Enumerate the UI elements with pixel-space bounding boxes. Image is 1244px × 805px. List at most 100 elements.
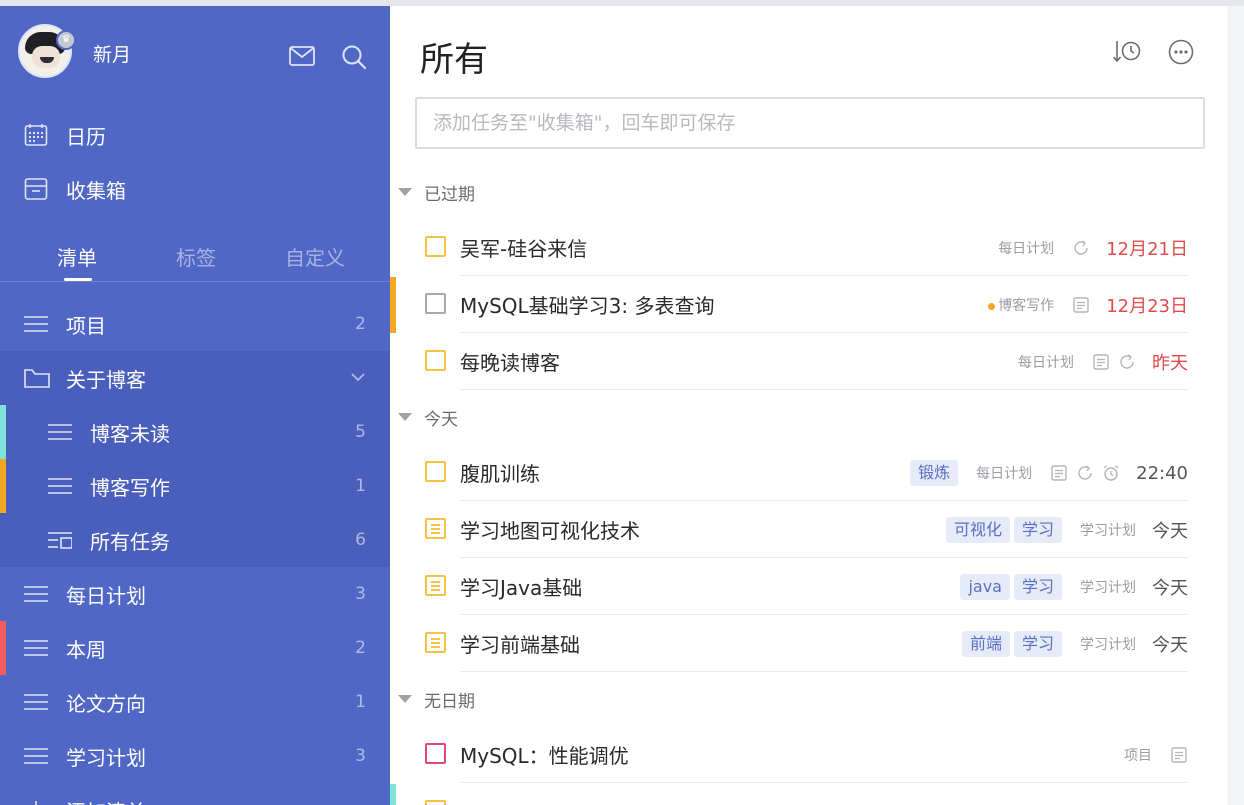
task-tag[interactable]: 可视化 xyxy=(945,517,1010,543)
username[interactable]: 新月 xyxy=(93,40,131,67)
sidebar-item-count: 1 xyxy=(355,476,366,496)
nav-inbox[interactable]: 收集箱 xyxy=(0,165,390,213)
note-icon xyxy=(1050,464,1068,482)
task-tag[interactable]: 学习 xyxy=(1013,517,1062,543)
search-icon[interactable] xyxy=(341,44,367,70)
sidebar-folder-blog[interactable]: 关于博客 xyxy=(0,351,390,405)
task-note-checkbox[interactable] xyxy=(425,575,446,596)
task-row[interactable]: MySQL基础学习3: 多表查询 博客写作 12月23日 xyxy=(390,277,1228,333)
sidebar-item-count: 6 xyxy=(355,530,366,550)
task-list-name: 学习计划 xyxy=(1080,637,1136,653)
mail-icon[interactable] xyxy=(289,46,315,66)
inbox-icon xyxy=(24,177,48,201)
section-label: 无日期 xyxy=(424,691,475,712)
task-title[interactable]: 吴军-硅谷来信 xyxy=(460,233,587,262)
repeat-icon xyxy=(1118,353,1136,371)
row-divider xyxy=(460,557,1188,558)
sidebar-item-count: 3 xyxy=(355,746,366,766)
tab-lists[interactable]: 清单 xyxy=(57,242,97,271)
task-title[interactable]: 每晚读博客 xyxy=(460,347,560,376)
task-title[interactable]: 学习Java基础 xyxy=(460,572,582,601)
sidebar-item-study-plan[interactable]: 学习计划 3 xyxy=(0,729,390,783)
sidebar-item-count: 3 xyxy=(355,584,366,604)
section-label: 已过期 xyxy=(424,184,475,205)
list-color-bar xyxy=(0,405,6,459)
task-title[interactable]: 腹肌训练 xyxy=(460,458,540,487)
chevron-down-icon[interactable] xyxy=(350,367,366,387)
page-title: 所有 xyxy=(420,40,488,80)
task-checkbox[interactable] xyxy=(425,293,446,314)
task-tag[interactable]: 锻炼 xyxy=(910,460,959,486)
task-due-date[interactable]: 12月23日 xyxy=(1106,292,1188,318)
sidebar-item-blog-writing[interactable]: 博客写作 1 xyxy=(0,459,390,513)
task-list-name: 每日计划 xyxy=(1018,355,1074,371)
task-list-name: 学习计划 xyxy=(1080,523,1136,539)
task-row-partial[interactable] xyxy=(390,784,1228,805)
sidebar-item-blog-unread[interactable]: 博客未读 5 xyxy=(0,405,390,459)
task-row[interactable]: 学习前端基础 前端 学习 学习计划 今天 xyxy=(390,616,1228,672)
task-checkbox[interactable] xyxy=(425,800,446,805)
task-row[interactable]: 腹肌训练 锻炼 每日计划 22:40 xyxy=(390,445,1228,501)
task-due-date[interactable]: 今天 xyxy=(1152,631,1188,657)
sidebar-item-this-week[interactable]: 本周 2 xyxy=(0,621,390,675)
task-row[interactable]: 每晚读博客 每日计划 昨天 xyxy=(390,334,1228,390)
sidebar-item-project[interactable]: 项目 2 xyxy=(0,297,390,351)
task-title[interactable]: 学习前端基础 xyxy=(460,629,580,658)
task-title[interactable]: 学习地图可视化技术 xyxy=(460,515,640,544)
sidebar-item-label: 本周 xyxy=(66,637,106,662)
task-title[interactable]: MySQL：性能调优 xyxy=(460,740,629,769)
task-row[interactable]: 学习地图可视化技术 可视化 学习 学习计划 今天 xyxy=(390,502,1228,558)
task-checkbox[interactable] xyxy=(425,743,446,764)
task-checkbox[interactable] xyxy=(425,461,446,482)
task-row[interactable]: MySQL：性能调优 项目 xyxy=(390,727,1228,783)
section-overdue[interactable]: 已过期 xyxy=(398,177,475,207)
sidebar-item-daily-plan[interactable]: 每日计划 3 xyxy=(0,567,390,621)
scrollbar-track[interactable] xyxy=(1228,6,1244,805)
task-due-date[interactable]: 12月21日 xyxy=(1106,235,1188,261)
task-note-checkbox[interactable] xyxy=(425,518,446,539)
nav-calendar[interactable]: 日历 xyxy=(0,111,390,159)
task-due-date[interactable]: 22:40 xyxy=(1136,463,1188,484)
add-task-input[interactable] xyxy=(415,97,1205,149)
list-color-bar xyxy=(390,784,396,805)
task-checkbox[interactable] xyxy=(425,236,446,257)
list-icon xyxy=(24,638,48,658)
list-color-bar xyxy=(390,277,396,333)
sidebar-item-label: 学习计划 xyxy=(66,745,146,770)
sidebar-add-list[interactable]: 添加清单 xyxy=(0,783,390,805)
sidebar-item-label: 博客未读 xyxy=(90,421,170,446)
row-divider xyxy=(460,782,1188,783)
note-icon xyxy=(1072,296,1090,314)
task-list-name: 学习计划 xyxy=(1080,580,1136,596)
task-due-date[interactable]: 昨天 xyxy=(1152,349,1188,375)
section-label: 今天 xyxy=(424,409,458,430)
sidebar-item-label: 博客写作 xyxy=(90,475,170,500)
section-no-date[interactable]: 无日期 xyxy=(398,684,475,714)
caret-down-icon xyxy=(398,413,412,421)
task-tag[interactable]: 学习 xyxy=(1013,631,1062,657)
task-tag[interactable]: 学习 xyxy=(1013,574,1062,600)
sidebar-item-label: 项目 xyxy=(66,313,106,338)
sort-by-time-icon[interactable] xyxy=(1112,37,1142,67)
folder-summary-icon xyxy=(48,530,73,550)
task-tag[interactable]: java xyxy=(960,574,1010,600)
task-tag[interactable]: 前端 xyxy=(961,631,1010,657)
task-due-date[interactable]: 今天 xyxy=(1152,517,1188,543)
task-row[interactable]: 吴军-硅谷来信 每日计划 12月21日 xyxy=(390,220,1228,276)
sidebar-item-thesis[interactable]: 论文方向 1 xyxy=(0,675,390,729)
task-row[interactable]: 学习Java基础 java 学习 学习计划 今天 xyxy=(390,559,1228,615)
section-today[interactable]: 今天 xyxy=(398,402,458,432)
sidebar-item-label: 所有任务 xyxy=(90,529,170,554)
list-icon xyxy=(24,584,48,604)
sidebar-folder-label: 关于博客 xyxy=(66,367,146,392)
task-due-date[interactable]: 今天 xyxy=(1152,574,1188,600)
sidebar-item-count: 2 xyxy=(355,638,366,658)
tab-tags[interactable]: 标签 xyxy=(176,242,216,271)
task-title[interactable]: MySQL基础学习3: 多表查询 xyxy=(460,290,715,319)
nav-calendar-label: 日历 xyxy=(66,124,106,149)
more-icon[interactable] xyxy=(1168,39,1194,65)
tab-custom[interactable]: 自定义 xyxy=(285,242,345,271)
sidebar-item-all-tasks[interactable]: 所有任务 6 xyxy=(0,513,390,567)
task-checkbox[interactable] xyxy=(425,350,446,371)
task-note-checkbox[interactable] xyxy=(425,632,446,653)
